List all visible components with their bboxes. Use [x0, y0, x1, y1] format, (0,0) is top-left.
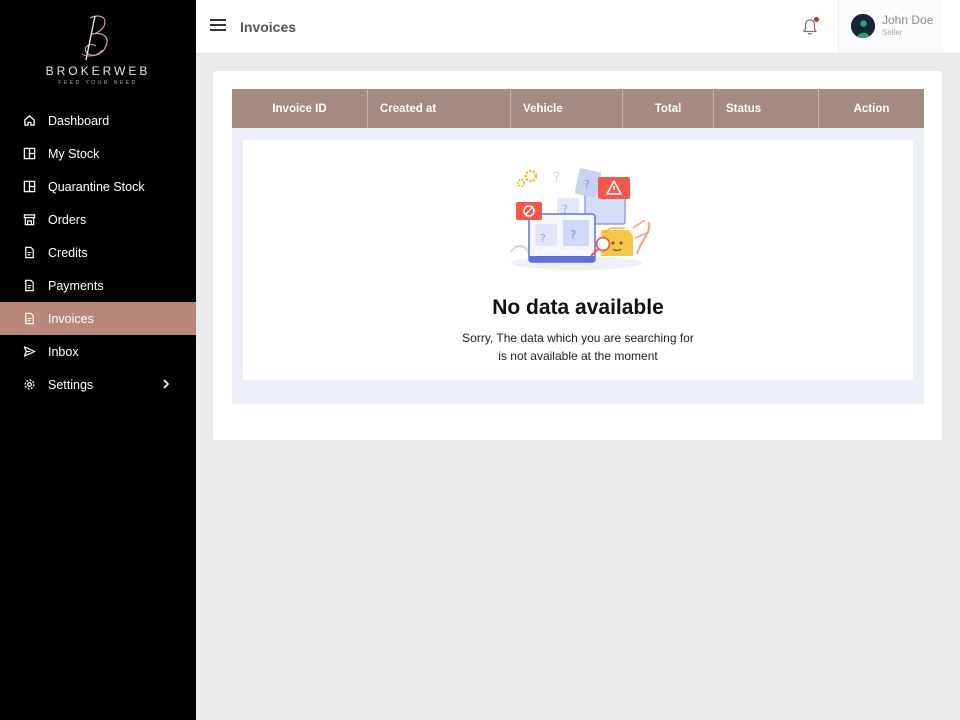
empty-state-message: Sorry, The data which you are searching …: [243, 329, 913, 365]
top-header: Invoices John Doe Seller: [196, 0, 960, 54]
sidebar-item-label: Settings: [48, 377, 94, 392]
sidebar-item-inbox[interactable]: Inbox: [0, 335, 196, 368]
stock-icon: [23, 180, 36, 193]
empty-state-title: No data available: [492, 296, 664, 319]
stock-icon: [23, 147, 36, 160]
logo-mark-icon: [81, 15, 108, 61]
column-header-action[interactable]: Action: [819, 89, 924, 128]
notification-dot: [814, 17, 819, 22]
sidebar-item-label: My Stock: [48, 146, 100, 161]
sidebar-item-label: Invoices: [48, 311, 94, 326]
table-header: Invoice ID Created at Vehicle Total Stat…: [232, 89, 924, 128]
hamburger-menu-icon[interactable]: [210, 19, 226, 33]
send-icon: [23, 345, 36, 358]
home-icon: [23, 114, 36, 127]
document-icon: [23, 279, 36, 292]
page-title: Invoices: [240, 19, 297, 35]
column-header-invoice-id[interactable]: Invoice ID: [232, 89, 368, 128]
invoices-card: Invoice ID Created at Vehicle Total Stat…: [213, 71, 942, 440]
sidebar-item-label: Payments: [48, 278, 104, 293]
sidebar-item-quarantine-stock[interactable]: Quarantine Stock: [0, 170, 196, 203]
empty-state: ? ? ? ? ? No data available Sorry, The d…: [243, 140, 913, 380]
sidebar-item-orders[interactable]: Orders: [0, 203, 196, 236]
gear-icon: [23, 378, 36, 391]
svg-text:?: ?: [553, 170, 560, 186]
sidebar-item-label: Credits: [48, 245, 88, 260]
no-data-illustration-icon: ? ? ? ? ?: [510, 168, 651, 270]
sidebar-item-invoices[interactable]: Invoices: [0, 302, 196, 335]
sidebar-item-label: Quarantine Stock: [48, 179, 145, 194]
user-role: Seller: [882, 28, 903, 37]
brand-tagline: FEED YOUR NEED: [58, 80, 138, 86]
svg-text:?: ?: [540, 232, 546, 245]
sidebar: BROKERWEB FEED YOUR NEED Dashboard My St…: [0, 0, 196, 720]
sidebar-item-my-stock[interactable]: My Stock: [0, 137, 196, 170]
sidebar-item-settings[interactable]: Settings: [0, 368, 196, 401]
column-header-total[interactable]: Total: [623, 89, 714, 128]
brand-name: BROKERWEB: [45, 64, 151, 78]
sidebar-item-label: Inbox: [48, 344, 79, 359]
brand-logo[interactable]: BROKERWEB FEED YOUR NEED: [0, 12, 196, 92]
invoices-table: Invoice ID Created at Vehicle Total Stat…: [232, 89, 924, 404]
sidebar-item-dashboard[interactable]: Dashboard: [0, 104, 196, 137]
svg-text:?: ?: [570, 228, 576, 242]
sidebar-item-payments[interactable]: Payments: [0, 269, 196, 302]
notifications-bell-icon[interactable]: [800, 17, 820, 37]
sidebar-item-label: Orders: [48, 212, 87, 227]
sidebar-item-credits[interactable]: Credits: [0, 236, 196, 269]
user-menu[interactable]: John Doe Seller: [838, 0, 942, 52]
sidebar-item-label: Dashboard: [48, 113, 110, 128]
user-name: John Doe: [882, 13, 934, 27]
avatar: [851, 14, 875, 38]
document-icon: [23, 312, 36, 325]
empty-state-line-2: is not available at the moment: [498, 349, 658, 363]
sidebar-nav: Dashboard My Stock Quarantine Stock Orde…: [0, 104, 196, 401]
chevron-right-icon: [163, 379, 170, 389]
column-header-vehicle[interactable]: Vehicle: [511, 89, 623, 128]
column-header-status[interactable]: Status: [714, 89, 819, 128]
column-header-created-at[interactable]: Created at: [368, 89, 511, 128]
store-icon: [23, 213, 36, 226]
svg-text:?: ?: [584, 178, 590, 191]
document-icon: [23, 246, 36, 259]
empty-state-line-1: Sorry, The data which you are searching …: [462, 331, 694, 345]
